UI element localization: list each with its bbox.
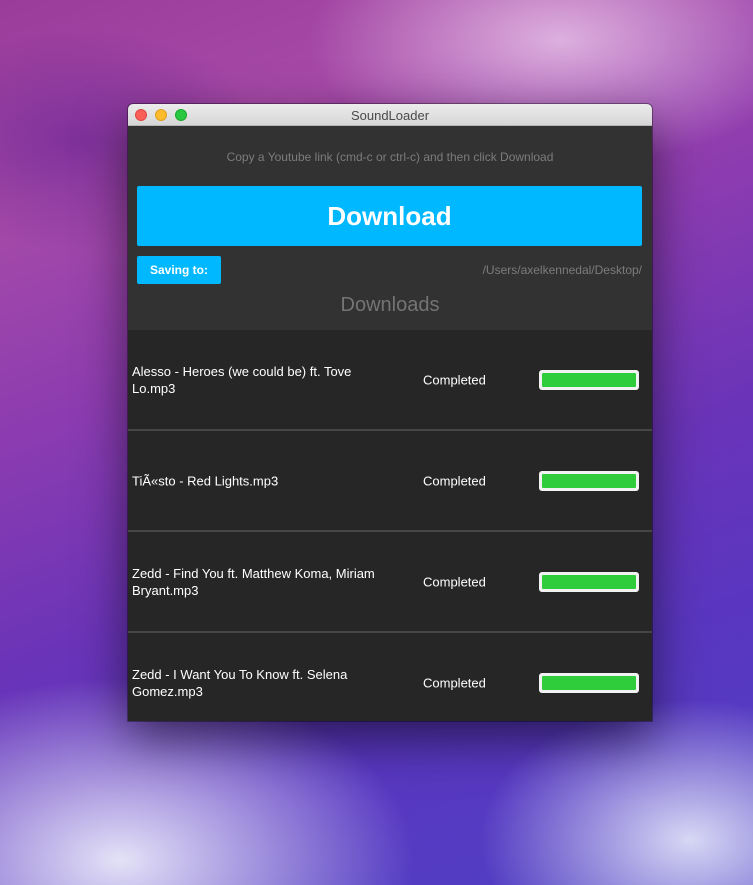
soundloader-window: SoundLoader Copy a Youtube link (cmd-c o…	[128, 104, 652, 721]
progress-fill	[542, 574, 636, 589]
progress-bar	[539, 672, 639, 693]
progress-bar	[539, 369, 639, 390]
saving-to-button[interactable]: Saving to:	[137, 256, 221, 284]
download-row: Zedd - Find You ft. Matthew Koma, Miriam…	[128, 532, 652, 633]
title-bar[interactable]: SoundLoader	[128, 104, 652, 126]
file-name: Alesso - Heroes (we could be) ft. Tove L…	[132, 363, 352, 396]
progress-fill	[542, 372, 636, 387]
download-status: Completed	[423, 372, 486, 387]
window-title: SoundLoader	[350, 108, 430, 123]
progress-bar	[539, 470, 639, 491]
download-status: Completed	[423, 473, 486, 488]
download-status: Completed	[423, 675, 486, 690]
progress-bar	[539, 571, 639, 592]
file-name: Zedd - I Want You To Know ft. Selena Gom…	[132, 666, 348, 699]
progress-fill	[542, 473, 636, 488]
download-row: TiÃ«sto - Red Lights.mp3 Completed	[128, 431, 652, 532]
download-row: Zedd - I Want You To Know ft. Selena Gom…	[128, 633, 652, 721]
save-path-label: /Users/axelkennedal/Desktop/	[482, 263, 642, 277]
downloads-list[interactable]: Alesso - Heroes (we could be) ft. Tove L…	[128, 330, 652, 721]
header-area: Copy a Youtube link (cmd-c or ctrl-c) an…	[128, 126, 652, 330]
download-button[interactable]: Download	[137, 186, 642, 246]
file-name: Zedd - Find You ft. Matthew Koma, Miriam…	[132, 565, 375, 598]
file-name: TiÃ«sto - Red Lights.mp3	[132, 473, 279, 488]
progress-fill	[542, 675, 636, 690]
instruction-text: Copy a Youtube link (cmd-c or ctrl-c) an…	[226, 150, 554, 164]
download-status: Completed	[423, 574, 486, 589]
download-row: Alesso - Heroes (we could be) ft. Tove L…	[128, 330, 652, 431]
downloads-heading: Downloads	[340, 294, 440, 316]
